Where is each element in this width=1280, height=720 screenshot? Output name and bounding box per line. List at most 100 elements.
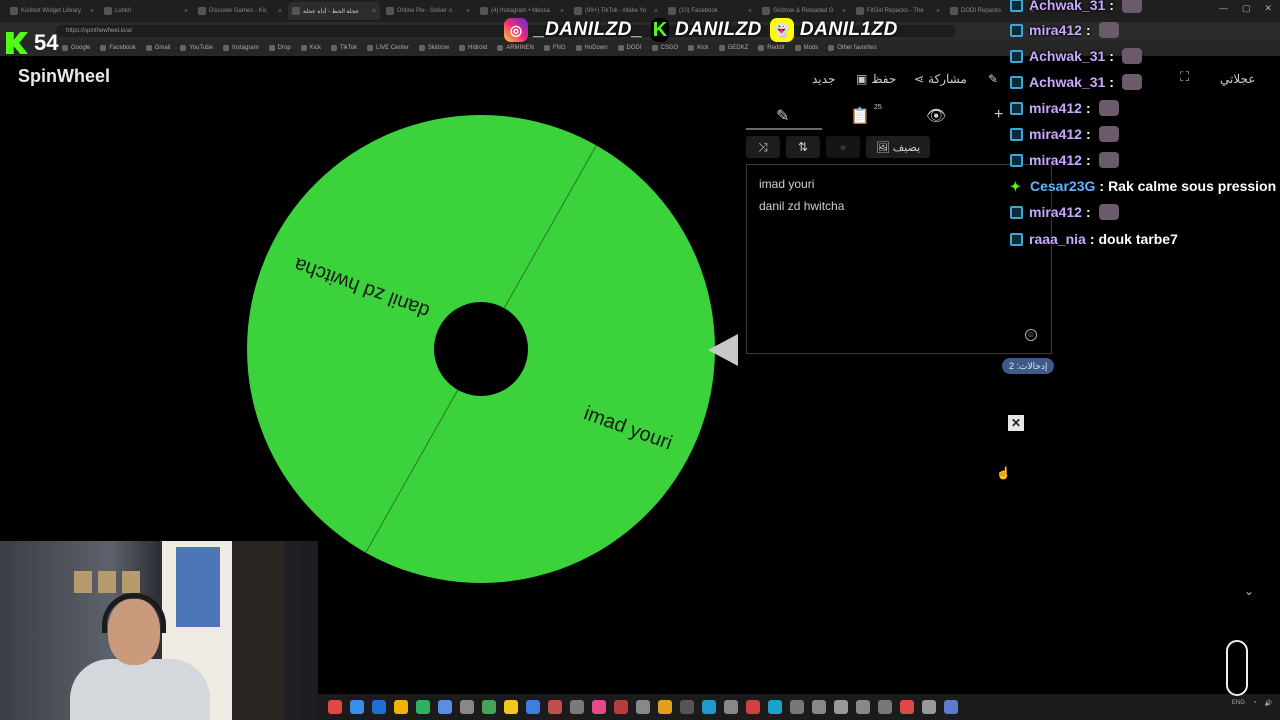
- browser-tab[interactable]: Discover Games - Kic ×: [194, 2, 286, 20]
- taskbar-app-icon[interactable]: [614, 700, 628, 714]
- my-wheels-button[interactable]: عجلاتي: [1220, 72, 1255, 86]
- bookmark-item[interactable]: GEDKZ: [718, 45, 748, 51]
- taskbar-app-icon[interactable]: [438, 700, 452, 714]
- tab-close-icon[interactable]: ×: [651, 8, 658, 15]
- bookmark-item[interactable]: Drop: [268, 45, 291, 51]
- browser-tab[interactable]: عجلة الحظ - أداة عجلة ×: [288, 2, 380, 20]
- bookmark-item[interactable]: HoDown: [575, 45, 608, 51]
- tab-close-icon[interactable]: ×: [181, 8, 188, 15]
- bookmark-item[interactable]: Instagram: [222, 45, 259, 51]
- tray-volume-icon[interactable]: 🔊: [1265, 700, 1272, 707]
- bookmark-item[interactable]: Other favorites: [828, 45, 877, 51]
- new-wheel-button[interactable]: جديد: [812, 72, 835, 86]
- save-button[interactable]: ▣ حفظ: [856, 72, 896, 86]
- tab-edit-entries[interactable]: ✎: [776, 106, 789, 126]
- taskbar-app-icon[interactable]: [834, 700, 848, 714]
- taskbar-app-icon[interactable]: [922, 700, 936, 714]
- chat-username[interactable]: mira412: [1029, 152, 1082, 168]
- tray-wifi-icon[interactable]: ◔: [1253, 700, 1257, 707]
- sort-button[interactable]: ⇅: [786, 136, 820, 158]
- taskbar-app-icon[interactable]: [636, 700, 650, 714]
- bookmark-item[interactable]: Skidrow: [418, 45, 449, 51]
- browser-tab[interactable]: Lunkit ×: [100, 2, 192, 20]
- entry-line[interactable]: danil zd hwitcha: [759, 195, 1039, 217]
- taskbar-app-icon[interactable]: [658, 700, 672, 714]
- chat-username[interactable]: mira412: [1029, 22, 1082, 38]
- chat-username[interactable]: Achwak_31: [1029, 48, 1105, 64]
- bookmark-item[interactable]: DODI: [617, 45, 642, 51]
- taskbar-app-icon[interactable]: [504, 700, 518, 714]
- close-window-icon[interactable]: ✕: [1264, 3, 1272, 14]
- entry-line[interactable]: imad youri: [759, 173, 1039, 195]
- chat-username[interactable]: mira412: [1029, 126, 1082, 142]
- share-button[interactable]: ⋖ مشاركة: [914, 72, 967, 86]
- chat-username[interactable]: mira412: [1029, 100, 1082, 116]
- taskbar-app-icon[interactable]: [592, 700, 606, 714]
- taskbar-app-icon[interactable]: [328, 700, 342, 714]
- taskbar-app-icon[interactable]: [724, 700, 738, 714]
- taskbar-app-icon[interactable]: [482, 700, 496, 714]
- taskbar-app-icon[interactable]: [526, 700, 540, 714]
- maximize-icon[interactable]: ▢: [1242, 3, 1251, 14]
- taskbar-app-icon[interactable]: [944, 700, 958, 714]
- taskbar-app-icon[interactable]: [372, 700, 386, 714]
- bookmark-item[interactable]: FNG: [543, 45, 566, 51]
- taskbar-app-icon[interactable]: [900, 700, 914, 714]
- tab-clipboard[interactable]: 📋: [850, 106, 870, 126]
- bookmark-item[interactable]: Hidroid: [459, 45, 487, 51]
- wheel-center-hub[interactable]: [434, 302, 528, 396]
- taskbar-app-icon[interactable]: [878, 700, 892, 714]
- taskbar-app-icon[interactable]: [812, 700, 826, 714]
- chat-username[interactable]: raaa_nia: [1029, 231, 1086, 247]
- tab-hide[interactable]: 👁: [926, 106, 946, 126]
- taskbar-app-icon[interactable]: [350, 700, 364, 714]
- tab-close-icon[interactable]: ×: [275, 8, 282, 15]
- entries-textarea[interactable]: imad youri danil zd hwitcha ☺: [746, 164, 1052, 354]
- taskbar-app-icon[interactable]: [570, 700, 584, 714]
- emoji-icon[interactable]: ☺: [1025, 329, 1037, 341]
- taskbar-app-icon[interactable]: [768, 700, 782, 714]
- bookmark-item[interactable]: Mods: [794, 45, 818, 51]
- bookmark-item[interactable]: YouTube: [180, 45, 213, 51]
- bookmark-item[interactable]: TikTok: [331, 45, 357, 51]
- shuffle-button[interactable]: ⤨: [746, 136, 780, 158]
- bookmark-item[interactable]: ARMINEN: [497, 45, 534, 51]
- taskbar-app-icon[interactable]: [460, 700, 474, 714]
- bookmark-item[interactable]: Reddit: [758, 45, 785, 51]
- browser-tab[interactable]: Online Pie - Solver o ×: [382, 2, 474, 20]
- bookmark-item[interactable]: CSGO: [651, 45, 678, 51]
- bookmark-item[interactable]: Kick: [688, 45, 709, 51]
- brand-logo[interactable]: SpinWheel: [18, 66, 110, 87]
- bookmark-item[interactable]: Facebook: [100, 45, 136, 51]
- add-tab-icon[interactable]: +: [994, 106, 1003, 124]
- tab-close-icon[interactable]: ×: [369, 8, 376, 15]
- spin-wheel[interactable]: danil zd hwitcha imad youri: [246, 114, 716, 584]
- chat-username[interactable]: Achwak_31: [1029, 0, 1105, 13]
- browser-tab[interactable]: Kickbot Widget Library ×: [6, 2, 98, 20]
- minimize-icon[interactable]: —: [1219, 3, 1228, 14]
- wheel-svg[interactable]: danil zd hwitcha imad youri: [246, 114, 716, 584]
- taskbar-app-icon[interactable]: [856, 700, 870, 714]
- taskbar-app-icon[interactable]: [394, 700, 408, 714]
- taskbar-app-icon[interactable]: [680, 700, 694, 714]
- edit-wheel-button[interactable]: ✎: [988, 72, 998, 86]
- bookmark-item[interactable]: Gmail: [145, 45, 170, 51]
- taskbar-app-icon[interactable]: [746, 700, 760, 714]
- chat-username[interactable]: mira412: [1029, 204, 1082, 220]
- add-image-button[interactable]: 🖼 يضيف: [866, 136, 930, 158]
- bookmark-item[interactable]: LIVE Center: [367, 45, 409, 51]
- chevron-down-icon[interactable]: ⌄: [1244, 584, 1254, 598]
- chat-username[interactable]: Achwak_31: [1029, 74, 1105, 90]
- bookmark-item[interactable]: Kick: [300, 45, 321, 51]
- tab-close-icon[interactable]: ×: [933, 8, 940, 15]
- fullscreen-icon[interactable]: ⛶: [1180, 69, 1189, 85]
- taskbar-app-icon[interactable]: [790, 700, 804, 714]
- taskbar-app-icon[interactable]: [702, 700, 716, 714]
- taskbar-app-icon[interactable]: [548, 700, 562, 714]
- taskbar-app-icon[interactable]: [416, 700, 430, 714]
- bookmark-item[interactable]: Google: [62, 45, 90, 51]
- tab-close-icon[interactable]: ×: [463, 8, 470, 15]
- tab-close-icon[interactable]: ×: [87, 8, 94, 15]
- close-icon[interactable]: ✕: [1008, 415, 1024, 431]
- tab-close-icon[interactable]: ×: [839, 8, 846, 15]
